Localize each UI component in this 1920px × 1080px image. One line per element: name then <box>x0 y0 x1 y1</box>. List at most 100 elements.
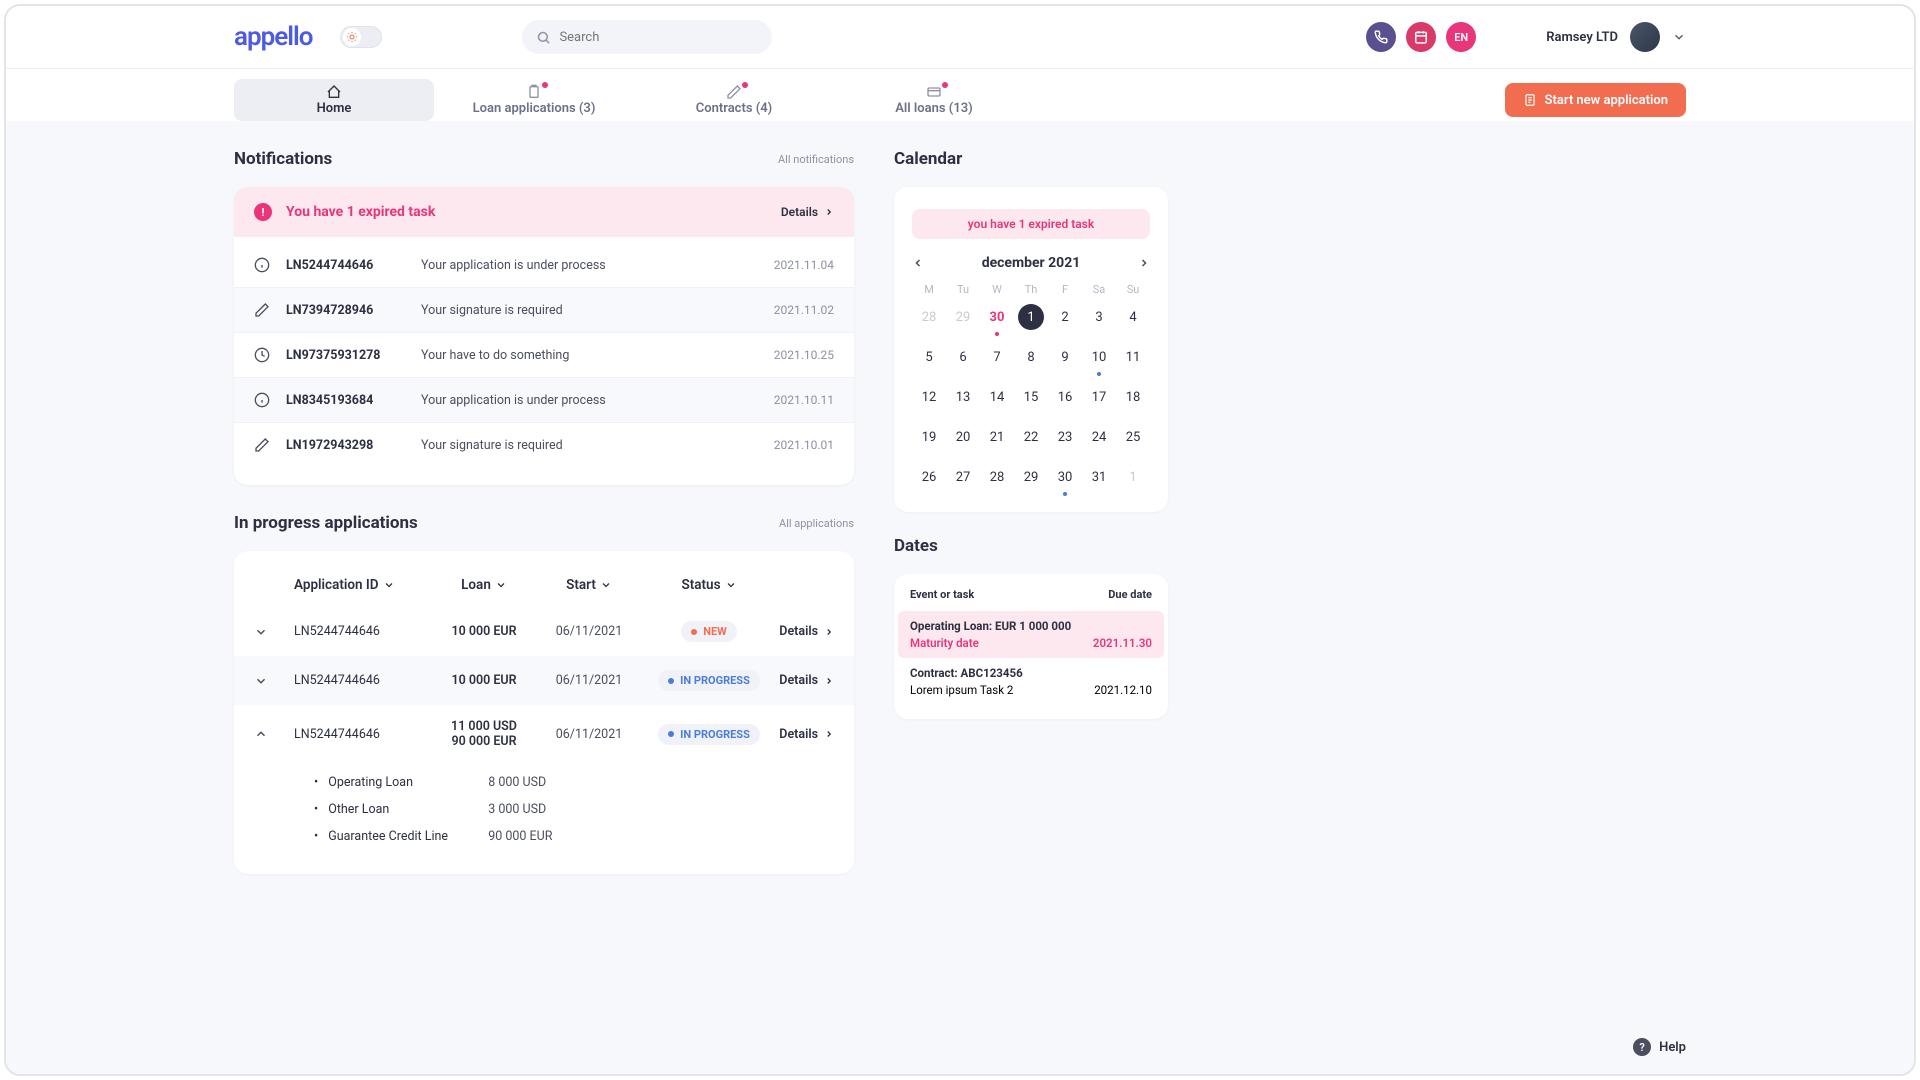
calendar-day[interactable]: 22 <box>1014 424 1048 450</box>
clock-icon <box>254 347 272 363</box>
next-month-button[interactable] <box>1138 257 1150 269</box>
calendar-day[interactable]: 2 <box>1048 304 1082 330</box>
calendar-day[interactable]: 11 <box>1116 344 1150 370</box>
calendar-day[interactable]: 1 <box>1116 464 1150 490</box>
apps-table-header: Application ID Loan Start Status <box>254 569 834 607</box>
calendar-icon[interactable] <box>1406 22 1436 52</box>
calendar-day[interactable]: 29 <box>946 304 980 330</box>
application-row[interactable]: LN524474464610 000 EUR06/11/2021IN PROGR… <box>234 656 854 705</box>
calendar-day[interactable]: 18 <box>1116 384 1150 410</box>
calendar-day[interactable]: 12 <box>912 384 946 410</box>
theme-toggle[interactable] <box>340 26 382 48</box>
calendar-title: Calendar <box>894 149 962 169</box>
col-start[interactable]: Start <box>534 577 644 593</box>
chevron-down-icon <box>725 579 737 591</box>
tab-contracts[interactable]: Contracts (4) <box>634 79 834 121</box>
calendar-day[interactable]: 29 <box>1014 464 1048 490</box>
details-link[interactable]: Details <box>774 727 834 742</box>
calendar-day[interactable]: 25 <box>1116 424 1150 450</box>
calendar-day[interactable]: 7 <box>980 344 1014 370</box>
calendar-day[interactable]: 9 <box>1048 344 1082 370</box>
calendar-day[interactable]: 28 <box>912 304 946 330</box>
calendar-day[interactable]: 19 <box>912 424 946 450</box>
details-link[interactable]: Details <box>774 673 834 688</box>
expand-toggle[interactable] <box>254 674 294 688</box>
chevron-down-icon[interactable] <box>1672 30 1686 44</box>
calendar-day[interactable]: 30 <box>1048 464 1082 490</box>
calendar-day[interactable]: 5 <box>912 344 946 370</box>
help-button[interactable]: ? Help <box>1633 1038 1686 1056</box>
apps-title: In progress applications <box>234 513 418 533</box>
all-applications-link[interactable]: All applications <box>779 517 854 530</box>
notification-row[interactable]: LN97375931278Your have to do something20… <box>234 332 854 377</box>
search-box[interactable] <box>522 20 772 54</box>
calendar-nav: december 2021 <box>912 255 1150 271</box>
notification-date: 2021.10.01 <box>774 438 834 452</box>
notification-date: 2021.11.02 <box>774 303 834 317</box>
start-new-application-button[interactable]: Start new application <box>1505 83 1686 117</box>
notifications-title: Notifications <box>234 149 332 169</box>
calendar-day[interactable]: 15 <box>1014 384 1048 410</box>
search-input[interactable] <box>559 30 758 45</box>
calendar-day[interactable]: 6 <box>946 344 980 370</box>
details-link[interactable]: Details <box>774 624 834 639</box>
calendar-day[interactable]: 14 <box>980 384 1014 410</box>
calendar-day[interactable]: 20 <box>946 424 980 450</box>
calendar-day[interactable]: 10 <box>1082 344 1116 370</box>
avatar[interactable] <box>1630 22 1660 52</box>
calendar-day[interactable]: 21 <box>980 424 1014 450</box>
status-badge: IN PROGRESS <box>658 670 760 691</box>
dates-card: Event or task Due date Operating Loan: E… <box>894 574 1168 719</box>
chevron-right-icon <box>824 207 834 217</box>
calendar-day[interactable]: 4 <box>1116 304 1150 330</box>
notifications-card: ! You have 1 expired task Details LN5244… <box>234 187 854 485</box>
applications-card: Application ID Loan Start Status LN52447… <box>234 551 854 874</box>
alert-details-link[interactable]: Details <box>781 205 834 219</box>
notification-row[interactable]: LN1972943298Your signature is required20… <box>234 422 854 467</box>
sun-icon <box>343 28 361 46</box>
date-item[interactable]: Operating Loan: EUR 1 000 000Maturity da… <box>898 611 1164 658</box>
date-item[interactable]: Contract: ABC123456Lorem ipsum Task 2202… <box>898 658 1164 705</box>
notification-id: LN5244744646 <box>286 258 421 273</box>
col-loan[interactable]: Loan <box>434 577 534 593</box>
calendar-weekdays: MTuWThFSaSu <box>912 283 1150 296</box>
calendar-day[interactable]: 3 <box>1082 304 1116 330</box>
notification-row[interactable]: LN5244744646Your application is under pr… <box>254 243 834 287</box>
tab-home[interactable]: Home <box>234 79 434 121</box>
chevron-down-icon <box>495 579 507 591</box>
calendar-day[interactable]: 1 <box>1018 304 1044 330</box>
col-application-id[interactable]: Application ID <box>294 577 434 593</box>
calendar-day[interactable]: 28 <box>980 464 1014 490</box>
tab-all-loans[interactable]: All loans (13) <box>834 79 1034 121</box>
col-status[interactable]: Status <box>644 577 774 593</box>
calendar-day[interactable]: 27 <box>946 464 980 490</box>
notification-id: LN7394728946 <box>286 303 421 318</box>
dates-title: Dates <box>894 536 938 556</box>
calendar-day[interactable]: 17 <box>1082 384 1116 410</box>
notification-message: Your signature is required <box>421 303 774 318</box>
edit-icon <box>254 302 272 318</box>
calendar-day[interactable]: 13 <box>946 384 980 410</box>
notification-row[interactable]: LN8345193684Your application is under pr… <box>234 377 854 422</box>
all-notifications-link[interactable]: All notifications <box>778 153 854 166</box>
prev-month-button[interactable] <box>912 257 924 269</box>
calendar-day[interactable]: 23 <box>1048 424 1082 450</box>
tab-loan-applications[interactable]: Loan applications (3) <box>434 79 634 121</box>
language-selector[interactable]: EN <box>1446 22 1476 52</box>
expand-toggle[interactable] <box>254 625 294 639</box>
expand-toggle[interactable] <box>254 727 294 741</box>
application-row[interactable]: LN524474464611 000 USD90 000 EUR06/11/20… <box>254 705 834 763</box>
calendar-day[interactable]: 24 <box>1082 424 1116 450</box>
app-loan: 10 000 EUR <box>434 624 534 639</box>
app-start: 06/11/2021 <box>534 673 644 688</box>
notification-row[interactable]: LN7394728946Your signature is required20… <box>234 287 854 332</box>
calendar-alert: you have 1 expired task <box>912 209 1150 239</box>
calendar-day[interactable]: 26 <box>912 464 946 490</box>
calendar-day[interactable]: 16 <box>1048 384 1082 410</box>
calendar-day[interactable]: 31 <box>1082 464 1116 490</box>
notification-id: LN8345193684 <box>286 393 421 408</box>
application-row[interactable]: LN524474464610 000 EUR06/11/2021NEWDetai… <box>254 607 834 656</box>
calendar-day[interactable]: 30 <box>980 304 1014 330</box>
phone-icon[interactable] <box>1366 22 1396 52</box>
calendar-day[interactable]: 8 <box>1014 344 1048 370</box>
